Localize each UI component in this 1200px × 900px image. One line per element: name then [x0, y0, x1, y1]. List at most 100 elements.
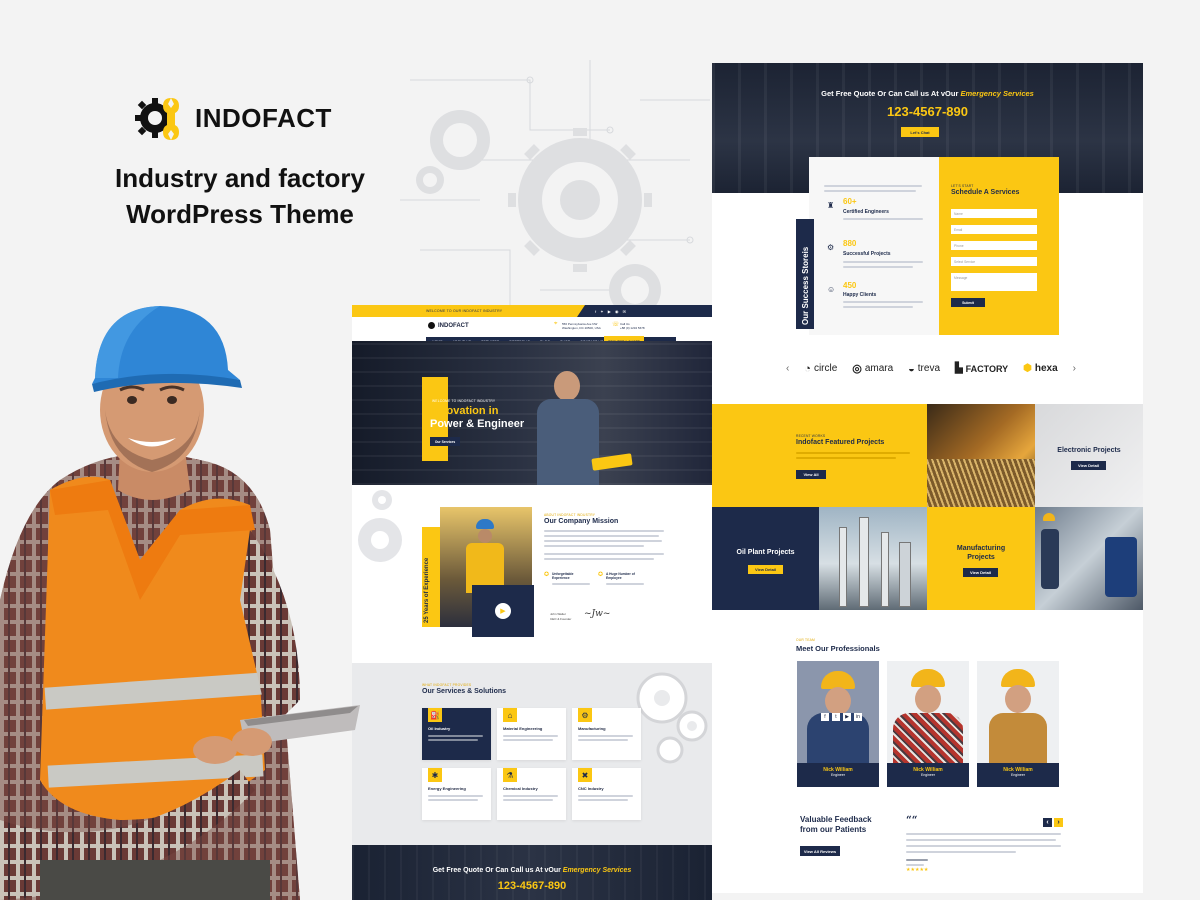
- topbar-social: f ✦ ▶ ◉ ✉: [577, 305, 712, 317]
- mission-kicker: ABOUT INDOFACT INDUSTRY: [544, 513, 596, 517]
- signer: John Walter CEO & Founder: [550, 612, 572, 621]
- stat-number-projects: 880: [843, 239, 857, 248]
- view-all-projects-button[interactable]: View All: [796, 470, 826, 479]
- project-image-robot-arm: [927, 404, 1035, 507]
- partners-prev-icon[interactable]: ‹: [786, 363, 789, 374]
- view-all-reviews-button[interactable]: View All Reviews: [800, 846, 840, 856]
- preview-logo[interactable]: INDOFACT: [428, 322, 469, 329]
- stat-number-engineers: 60+: [843, 197, 857, 206]
- partner-amara: ◎ amara: [852, 363, 894, 375]
- lets-chat-button[interactable]: Let's Chat: [901, 127, 939, 137]
- mission-title: Our Company Mission: [544, 518, 619, 525]
- rating-stars-icon: ★★★★★: [906, 867, 929, 873]
- hero-kicker: WELCOME TO INDOFACT INDUSTRY: [432, 399, 496, 403]
- sections-preview: Get Free Quote Or Can Call us At vOur Em…: [712, 63, 1143, 893]
- feedback-next-button[interactable]: ›: [1054, 818, 1063, 827]
- member-1-role: Engineer: [830, 773, 845, 777]
- engineer-icon: ♜: [827, 201, 835, 210]
- experience-icon: ✪: [544, 572, 550, 578]
- service-card-energy[interactable]: ✱ Energy Engineering: [422, 768, 491, 820]
- partners-next-icon[interactable]: ›: [1073, 363, 1076, 374]
- submit-button[interactable]: Submit: [951, 298, 985, 307]
- feedback-title: Valuable Feedback from our Patients: [800, 815, 872, 834]
- project-tile-manufacturing[interactable]: Manufacturing Projects View Detail: [927, 507, 1035, 610]
- homepage-preview: f ✦ ▶ ◉ ✉ WELCOME TO OUR INDOFACT INDUST…: [352, 305, 712, 900]
- service-card-chemical[interactable]: ⚗ Chemical Industry: [497, 768, 566, 820]
- topbar-welcome: WELCOME TO OUR INDOFACT INDUSTRY: [426, 309, 503, 313]
- name-field[interactable]: Name: [951, 209, 1037, 218]
- location-icon: ⌖: [554, 321, 558, 327]
- service-card-manufacturing[interactable]: ⚙ Manufacturing: [572, 708, 641, 760]
- team-kicker: OUR TEAM: [796, 638, 815, 642]
- clients-icon: ☺: [827, 285, 836, 294]
- hero-title: Innovation in Power & Engineer: [430, 405, 525, 430]
- right-quote-text: Get Free Quote Or Can Call us At vOur Em…: [821, 89, 1034, 98]
- tagline: Industry and factory WordPress Theme: [90, 160, 390, 232]
- play-icon[interactable]: ▶: [495, 603, 511, 619]
- team-member-1[interactable]: f t ▶ in Nick William Engineer: [797, 661, 879, 787]
- projects-title: Indofact Featured Projects: [796, 439, 885, 446]
- header-phone: Call Us +88 (0) 1234 5678: [620, 322, 645, 330]
- partner-factory: ▙ FACTORY: [954, 363, 1009, 374]
- team-title: Meet Our Professionals: [796, 644, 880, 653]
- service-card-material[interactable]: ⌂ Material Engineering: [497, 708, 566, 760]
- manufacturing-view-button[interactable]: View Detail: [963, 568, 998, 577]
- video-thumbnail[interactable]: ▶: [472, 585, 534, 637]
- partner-circle: ◔ circle: [804, 362, 838, 375]
- right-quote-phone[interactable]: 123-4567-890: [712, 104, 1143, 119]
- service-card-oil[interactable]: ⛽ Oil Industry: [422, 708, 491, 760]
- fan-icon: ✱: [428, 768, 442, 782]
- member-3-role: Engineer: [1010, 773, 1025, 777]
- stat-number-clients: 450: [843, 281, 857, 290]
- factory-icon: ⌂: [503, 708, 517, 722]
- email-field[interactable]: Email: [951, 225, 1037, 234]
- quote-strip: Get Free Quote Or Can Call us At vOur Em…: [352, 845, 712, 900]
- worker-photo: [0, 306, 360, 900]
- schedule-kicker: LET'S START: [951, 184, 974, 188]
- employee-icon: ✪: [598, 572, 604, 578]
- projects-icon: ⚙: [827, 243, 835, 252]
- brand-name: INDOFACT: [195, 102, 332, 133]
- team-member-3[interactable]: Nick William Engineer: [977, 661, 1059, 787]
- hero-worker-image: [532, 371, 602, 485]
- hero-section: WELCOME TO INDOFACT INDUSTRY Innovation …: [352, 341, 712, 485]
- oil-view-button[interactable]: View Detail: [748, 565, 783, 574]
- hero-services-button[interactable]: Our Services: [430, 437, 460, 446]
- member-1-social-icons[interactable]: f t ▶ in: [821, 713, 862, 721]
- flask-icon: ⚗: [503, 768, 517, 782]
- stat-label-engineers: Certified Engineers: [843, 209, 889, 215]
- member-2-role: Engineer: [920, 773, 935, 777]
- quote-text: Get Free Quote Or Can Call us At vOur Em…: [432, 867, 632, 874]
- success-stories-title: Our Success Storeis: [801, 246, 810, 325]
- team-member-2[interactable]: Nick William Engineer: [887, 661, 969, 787]
- project-tile-oil[interactable]: Oil Plant Projects View Detail: [712, 507, 819, 610]
- header-address: 556 Pennsylvania Ave NW Washington, DC 2…: [562, 322, 601, 330]
- gear-wrench-logo-icon: [135, 98, 179, 140]
- stat-label-clients: Happy Clients: [843, 292, 877, 298]
- service-card-cnc[interactable]: ✖ CNC Industry: [572, 768, 641, 820]
- service-select[interactable]: Select Service: [951, 257, 1037, 266]
- gear-background-icon: [400, 60, 710, 330]
- services-section: WHAT INDOFACT PROVIDES Our Services & So…: [352, 663, 712, 845]
- schedule-title: Schedule A Services: [951, 189, 1020, 196]
- signature-image: ~Jw~: [584, 609, 611, 619]
- project-image-oil-plant: [819, 507, 927, 610]
- oil-drop-icon: ⛽: [428, 708, 442, 722]
- projects-kicker: RECENT WORKS: [796, 434, 826, 438]
- partner-hexa: ⬢ hexa: [1023, 363, 1058, 374]
- tools-icon: ✖: [578, 768, 592, 782]
- quote-mark-icon: ““: [906, 815, 918, 826]
- electronic-view-button[interactable]: View Detail: [1071, 461, 1106, 470]
- mission-section: 25 Years of Experience ▶ ABOUT INDOFACT …: [352, 485, 712, 663]
- brand-logo: INDOFACT: [135, 92, 332, 144]
- quote-phone[interactable]: 123-4567-890: [352, 880, 712, 892]
- services-title: Our Services & Solutions: [422, 688, 507, 695]
- feedback-prev-button[interactable]: ‹: [1043, 818, 1052, 827]
- schedule-form: LET'S START Schedule A Services Name Ema…: [939, 157, 1059, 335]
- message-field[interactable]: Message: [951, 273, 1037, 291]
- truck-icon: ⚙: [578, 708, 592, 722]
- tagline-line-1: Industry and factory: [115, 163, 365, 193]
- gear-decoration-icon: [358, 490, 402, 562]
- phone-field[interactable]: Phone: [951, 241, 1037, 250]
- project-tile-electronic[interactable]: Electronic Projects View Detail: [1035, 404, 1143, 507]
